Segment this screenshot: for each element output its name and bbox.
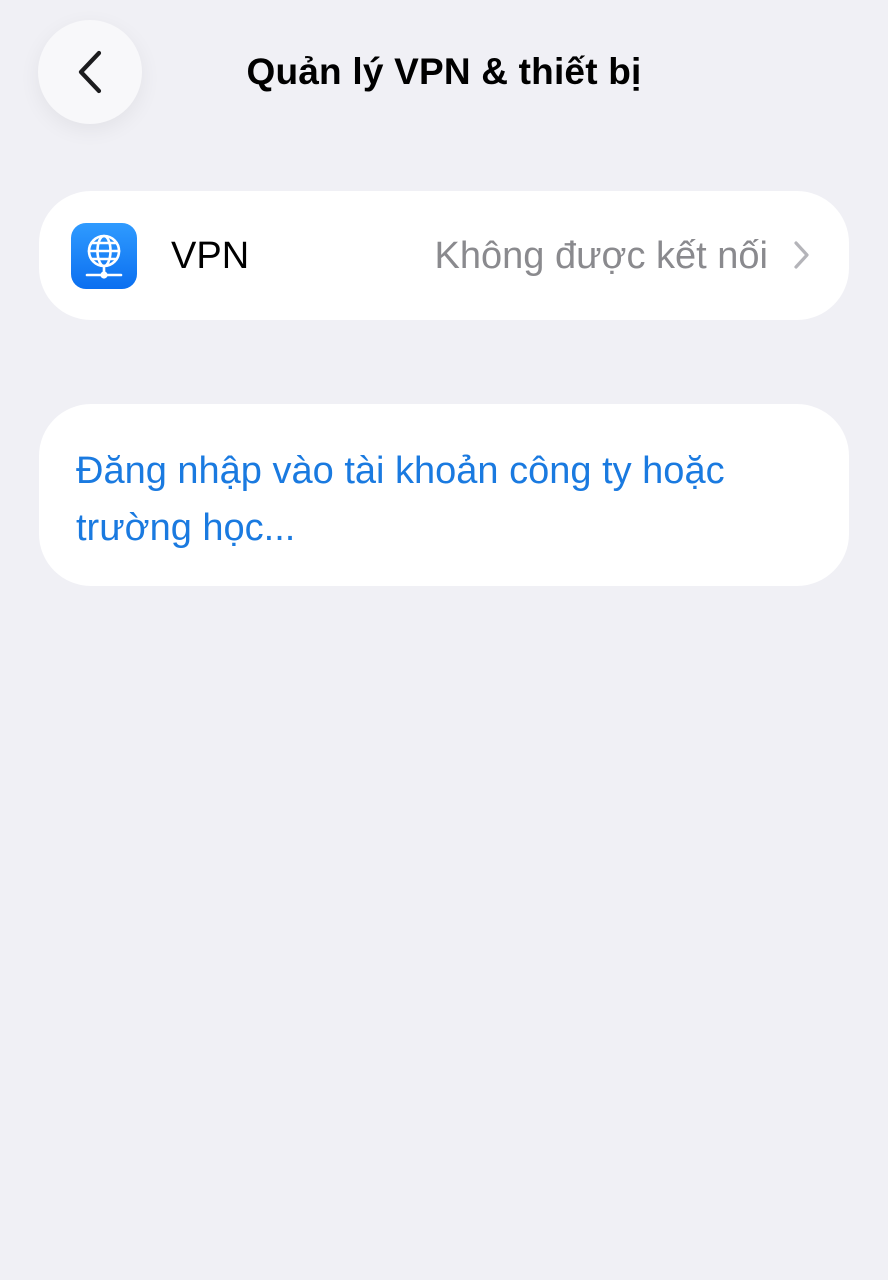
chevron-right-icon bbox=[794, 241, 809, 269]
vpn-globe-icon bbox=[71, 223, 137, 289]
vpn-label: VPN bbox=[171, 235, 250, 277]
page-title: Quản lý VPN & thiết bị bbox=[246, 51, 642, 92]
vpn-row[interactable]: VPN Không được kết nối bbox=[39, 191, 849, 320]
navigation-bar: Quản lý VPN & thiết bị bbox=[0, 0, 888, 150]
vpn-status-value: Không được kết nối bbox=[434, 235, 768, 277]
sign-in-work-school-account-link[interactable]: Đăng nhập vào tài khoản công ty hoặc trư… bbox=[76, 443, 806, 557]
login-card: Đăng nhập vào tài khoản công ty hoặc trư… bbox=[39, 404, 849, 586]
